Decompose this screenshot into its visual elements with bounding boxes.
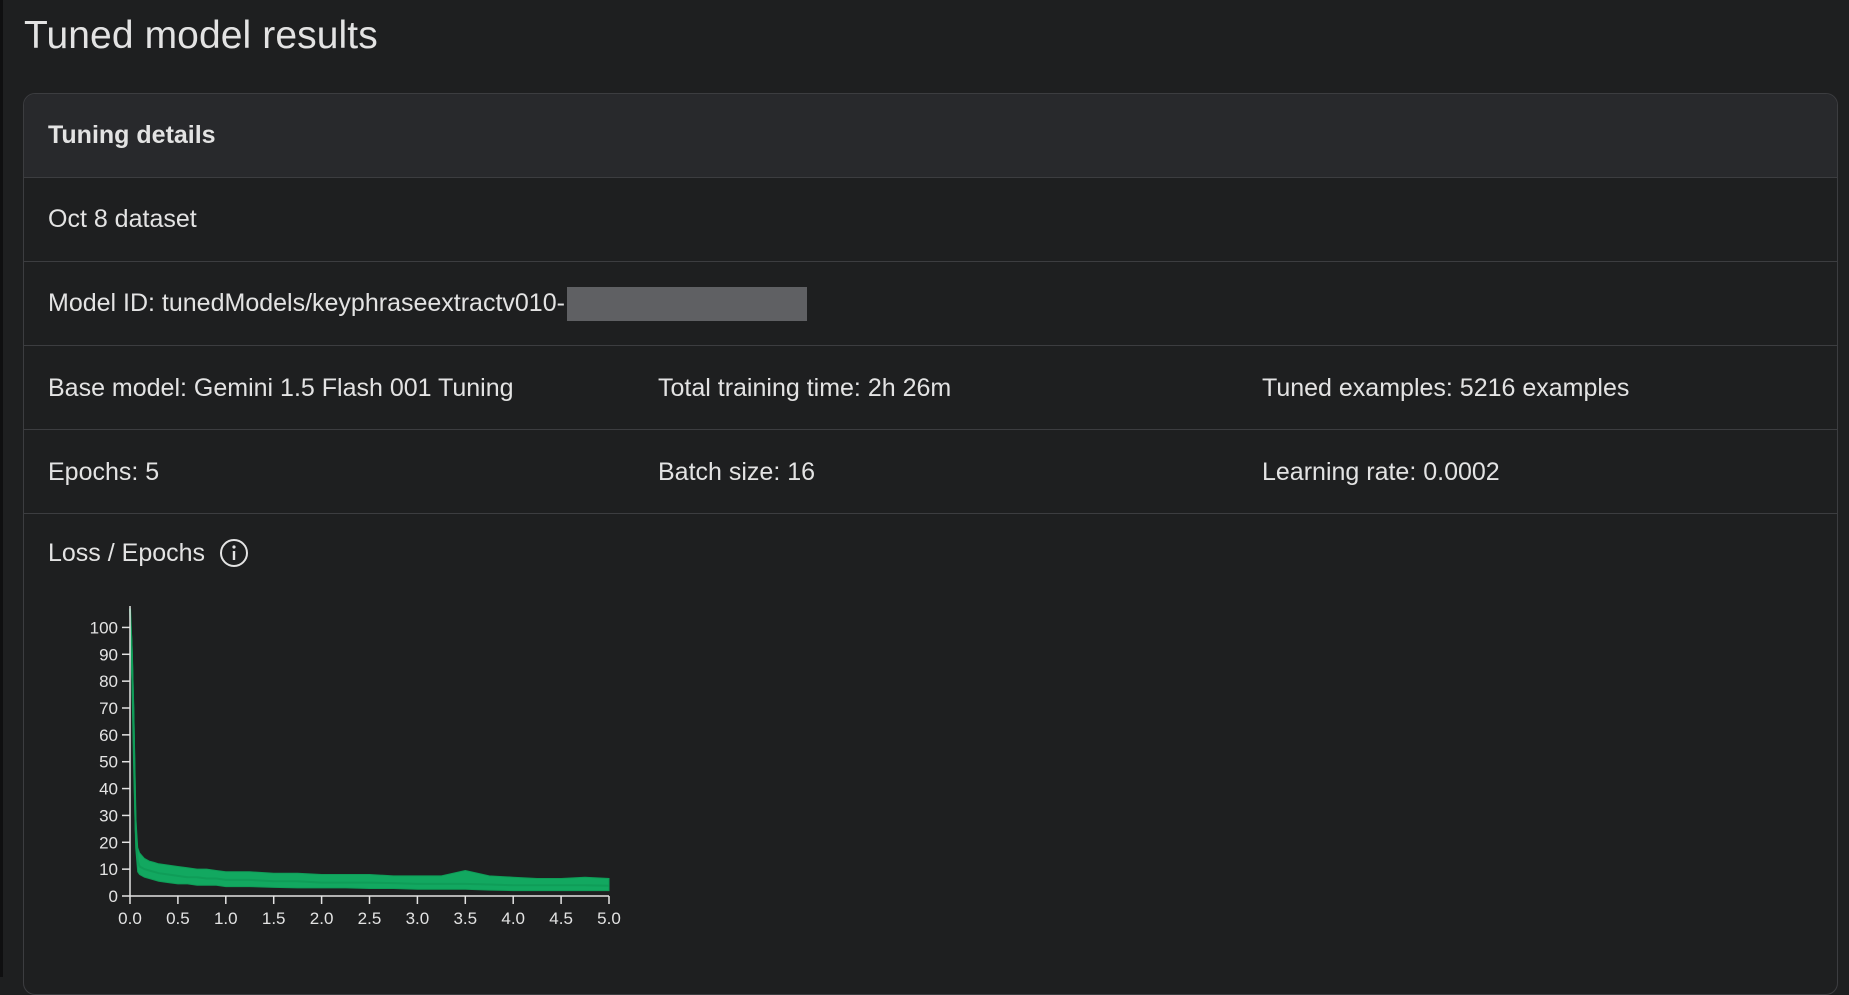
base-model: Base model: Gemini 1.5 Flash 001 Tuning — [48, 373, 514, 402]
y-tick-label: 30 — [99, 806, 118, 825]
x-tick-label: 0.0 — [118, 909, 142, 928]
x-tick-label: 1.5 — [262, 909, 286, 928]
loss-chart-svg: 0 10 20 30 40 50 60 70 80 90 100 0.0 0.5 1.0 1.5 2.0 2.5… — [90, 606, 621, 928]
y-tick-label: 50 — [99, 753, 118, 772]
model-id: Model ID: tunedModels/keyphraseextractv0… — [48, 289, 565, 317]
page-title: Tuned model results — [24, 14, 378, 57]
x-tick-label: 4.5 — [549, 909, 573, 928]
dataset-name: Oct 8 dataset — [48, 205, 197, 233]
tuned-examples: Tuned examples: 5216 examples — [1262, 373, 1630, 402]
hyperparams-row: Epochs: 5 Batch size: 16 Learning rate: … — [24, 430, 1837, 514]
x-tick-label: 4.0 — [501, 909, 525, 928]
card-header: Tuning details — [24, 94, 1837, 178]
loss-title: Loss / Epochs — [48, 538, 206, 567]
y-tick-label: 80 — [99, 672, 118, 691]
y-tick-label: 0 — [109, 887, 118, 906]
x-tick-label: 5.0 — [597, 909, 621, 928]
tuning-details-card: Tuning details Oct 8 dataset Model ID: t… — [23, 93, 1838, 995]
x-tick-label: 1.0 — [214, 909, 238, 928]
y-tick-label: 60 — [99, 726, 118, 745]
loss-band-series-0 — [129, 608, 610, 892]
x-tick-label: 3.5 — [453, 909, 477, 928]
loss-title-group: Loss / Epochs — [48, 538, 249, 568]
dataset-row: Oct 8 dataset — [24, 178, 1837, 262]
x-tick-label: 2.0 — [310, 909, 334, 928]
training-time: Total training time: 2h 26m — [658, 373, 952, 402]
loss-section: Loss / Epochs 0 10 20 30 40 50 60 70 80 90 100 0.0 0… — [24, 514, 1837, 974]
y-tick-label: 20 — [99, 833, 118, 852]
model-info-row: Base model: Gemini 1.5 Flash 001 Tuning … — [24, 346, 1837, 430]
loss-line-series-0 — [129, 608, 610, 887]
y-tick-label: 100 — [90, 618, 118, 637]
y-tick-label: 40 — [99, 780, 118, 799]
model-id-row: Model ID: tunedModels/keyphraseextractv0… — [24, 262, 1837, 346]
x-tick-label: 2.5 — [358, 909, 382, 928]
info-icon[interactable] — [219, 538, 249, 568]
batch-size: Batch size: 16 — [658, 457, 816, 486]
x-tick-label: 3.0 — [406, 909, 430, 928]
y-tick-label: 10 — [99, 860, 118, 879]
loss-chart: 0 10 20 30 40 50 60 70 80 90 100 0.0 0.5 1.0 1.5 2.0 2.5… — [44, 594, 624, 974]
epochs: Epochs: 5 — [48, 457, 160, 486]
window-edge — [0, 0, 3, 977]
y-tick-label: 70 — [99, 699, 118, 718]
x-tick-label: 0.5 — [166, 909, 190, 928]
redacted-block — [566, 286, 807, 321]
learning-rate: Learning rate: 0.0002 — [1262, 457, 1500, 486]
y-tick-label: 90 — [99, 645, 118, 664]
